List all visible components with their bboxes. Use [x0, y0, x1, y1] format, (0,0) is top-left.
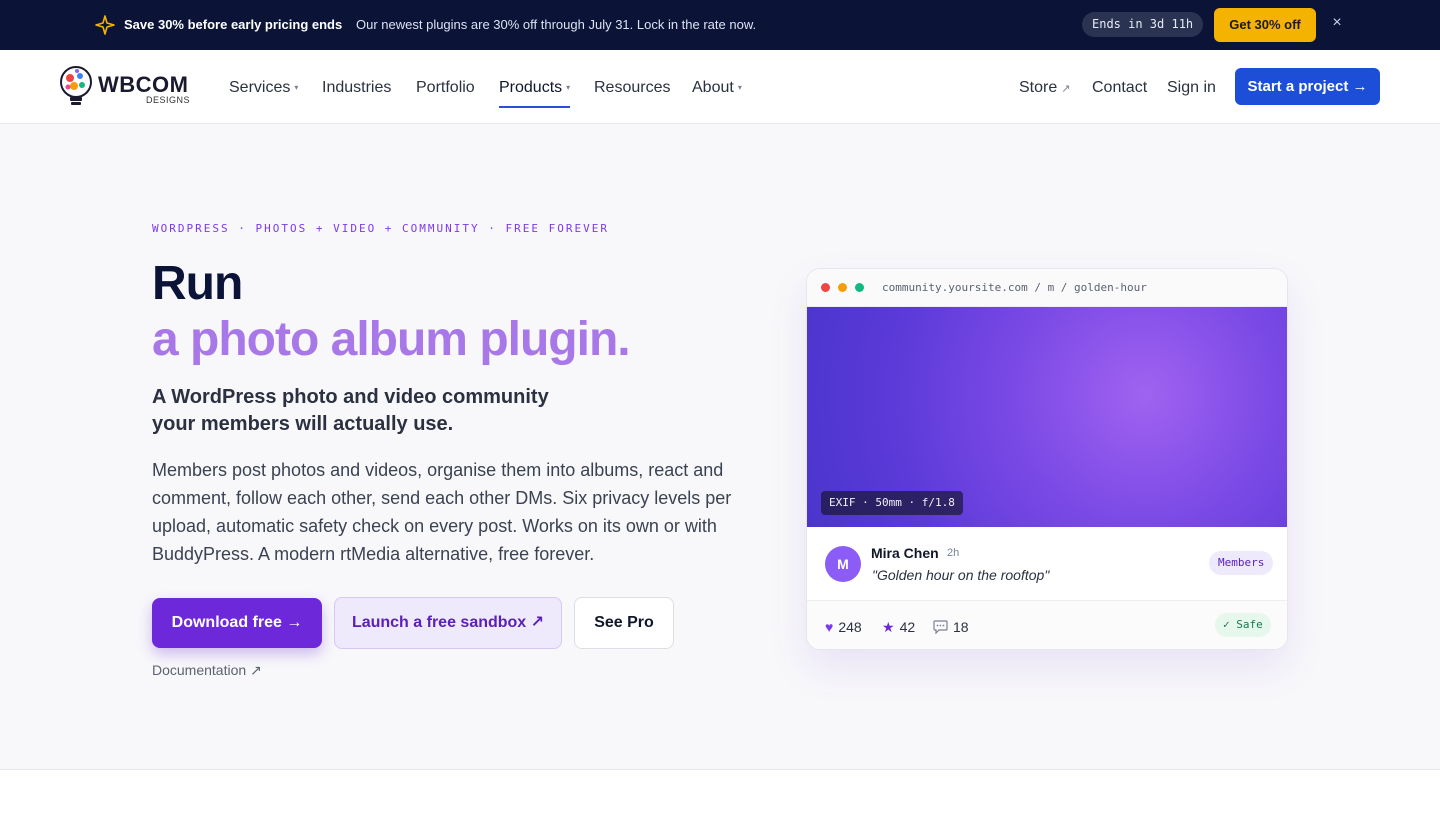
logo[interactable]: WBCOM DESIGNS [58, 64, 198, 112]
hero-title-line1: Run [152, 257, 243, 310]
post-caption: "Golden hour on the rooftop" [872, 567, 1050, 583]
nav-about[interactable]: About ▾ [692, 77, 742, 99]
nav-contact[interactable]: Contact [1092, 77, 1147, 99]
nav-services[interactable]: Services ▾ [229, 77, 298, 99]
browser-url: community.yoursite.com / m / golden-hour [882, 281, 1147, 294]
window-dot-green [855, 283, 864, 292]
countdown-badge: Ends in 3d 11h [1082, 12, 1204, 37]
nav-about-label: About [692, 79, 734, 96]
promo-title: Save 30% before early pricing ends [124, 17, 343, 32]
stars-stat[interactable]: ★ 42 [882, 617, 915, 637]
nav-store[interactable]: Store ↗ [1019, 77, 1070, 99]
documentation-link[interactable]: Documentation ↗ [152, 662, 262, 679]
launch-sandbox-button[interactable]: Launch a free sandbox ↗ [334, 597, 562, 649]
download-free-button[interactable]: Download free → [152, 598, 322, 648]
nav-resources[interactable]: Resources [594, 77, 670, 99]
chevron-down-icon: ▾ [566, 83, 571, 92]
active-underline [499, 106, 571, 108]
nav-portfolio[interactable]: Portfolio [416, 77, 475, 99]
external-link-icon: ↗ [1061, 83, 1071, 95]
post-stats-bar: ♥ 248 ★ 42 18 ✓ Safe [807, 600, 1287, 649]
nav-sign-in[interactable]: Sign in [1167, 77, 1216, 99]
comments-count: 18 [953, 619, 969, 635]
nav-store-label: Store [1019, 79, 1058, 96]
heart-icon: ♥ [825, 619, 834, 635]
promo-bar: Save 30% before early pricing ends Our n… [0, 0, 1440, 50]
comment-icon [933, 620, 948, 635]
nav-products[interactable]: Products ▾ [499, 77, 571, 108]
window-dot-red [821, 283, 830, 292]
stars-count: 42 [899, 619, 916, 635]
sparkle-icon [95, 15, 115, 35]
close-icon[interactable]: × [1329, 14, 1345, 32]
lightbulb-logo-icon [60, 66, 92, 105]
brand-subtitle: DESIGNS [146, 95, 191, 105]
browser-bar: community.yoursite.com / m / golden-hour [807, 269, 1287, 307]
see-pro-button[interactable]: See Pro [574, 597, 674, 649]
chevron-down-icon: ▾ [737, 83, 742, 92]
promo-text: Our newest plugins are 30% off through J… [356, 17, 757, 32]
hero-title-line2: a photo album plugin. [152, 313, 631, 366]
hero-body: Members post photos and videos, organise… [152, 460, 732, 564]
privacy-badge: Members [1209, 551, 1274, 575]
hero-eyebrow: WORDPRESS · PHOTOS + VIDEO + COMMUNITY ·… [152, 222, 609, 235]
nav-services-label: Services [229, 79, 291, 96]
exif-badge: EXIF · 50mm · f/1.8 [821, 491, 963, 515]
post-time: 2h [947, 547, 960, 559]
nav-products-label: Products [499, 79, 563, 96]
start-project-button[interactable]: Start a project → [1235, 68, 1380, 105]
likes-stat[interactable]: ♥ 248 [825, 617, 862, 637]
post-preview-card: community.yoursite.com / m / golden-hour… [806, 268, 1288, 650]
hero-section: WORDPRESS · PHOTOS + VIDEO + COMMUNITY ·… [0, 124, 1440, 770]
get-discount-button[interactable]: Get 30% off [1214, 8, 1316, 42]
user-name[interactable]: Mira Chen [871, 545, 939, 561]
avatar[interactable]: M [825, 546, 861, 582]
hero-subhead: A WordPress photo and video community yo… [152, 386, 549, 435]
star-icon: ★ [882, 619, 895, 635]
likes-count: 248 [838, 619, 862, 635]
safety-badge: ✓ Safe [1215, 613, 1271, 637]
site-header: WBCOM DESIGNS Services ▾ Industries Portf… [0, 50, 1440, 124]
chevron-down-icon: ▾ [294, 83, 299, 92]
nav-industries[interactable]: Industries [322, 77, 391, 99]
comments-stat[interactable]: 18 [933, 617, 969, 637]
post-photo[interactable]: EXIF · 50mm · f/1.8 [807, 307, 1287, 527]
window-dot-yellow [838, 283, 847, 292]
